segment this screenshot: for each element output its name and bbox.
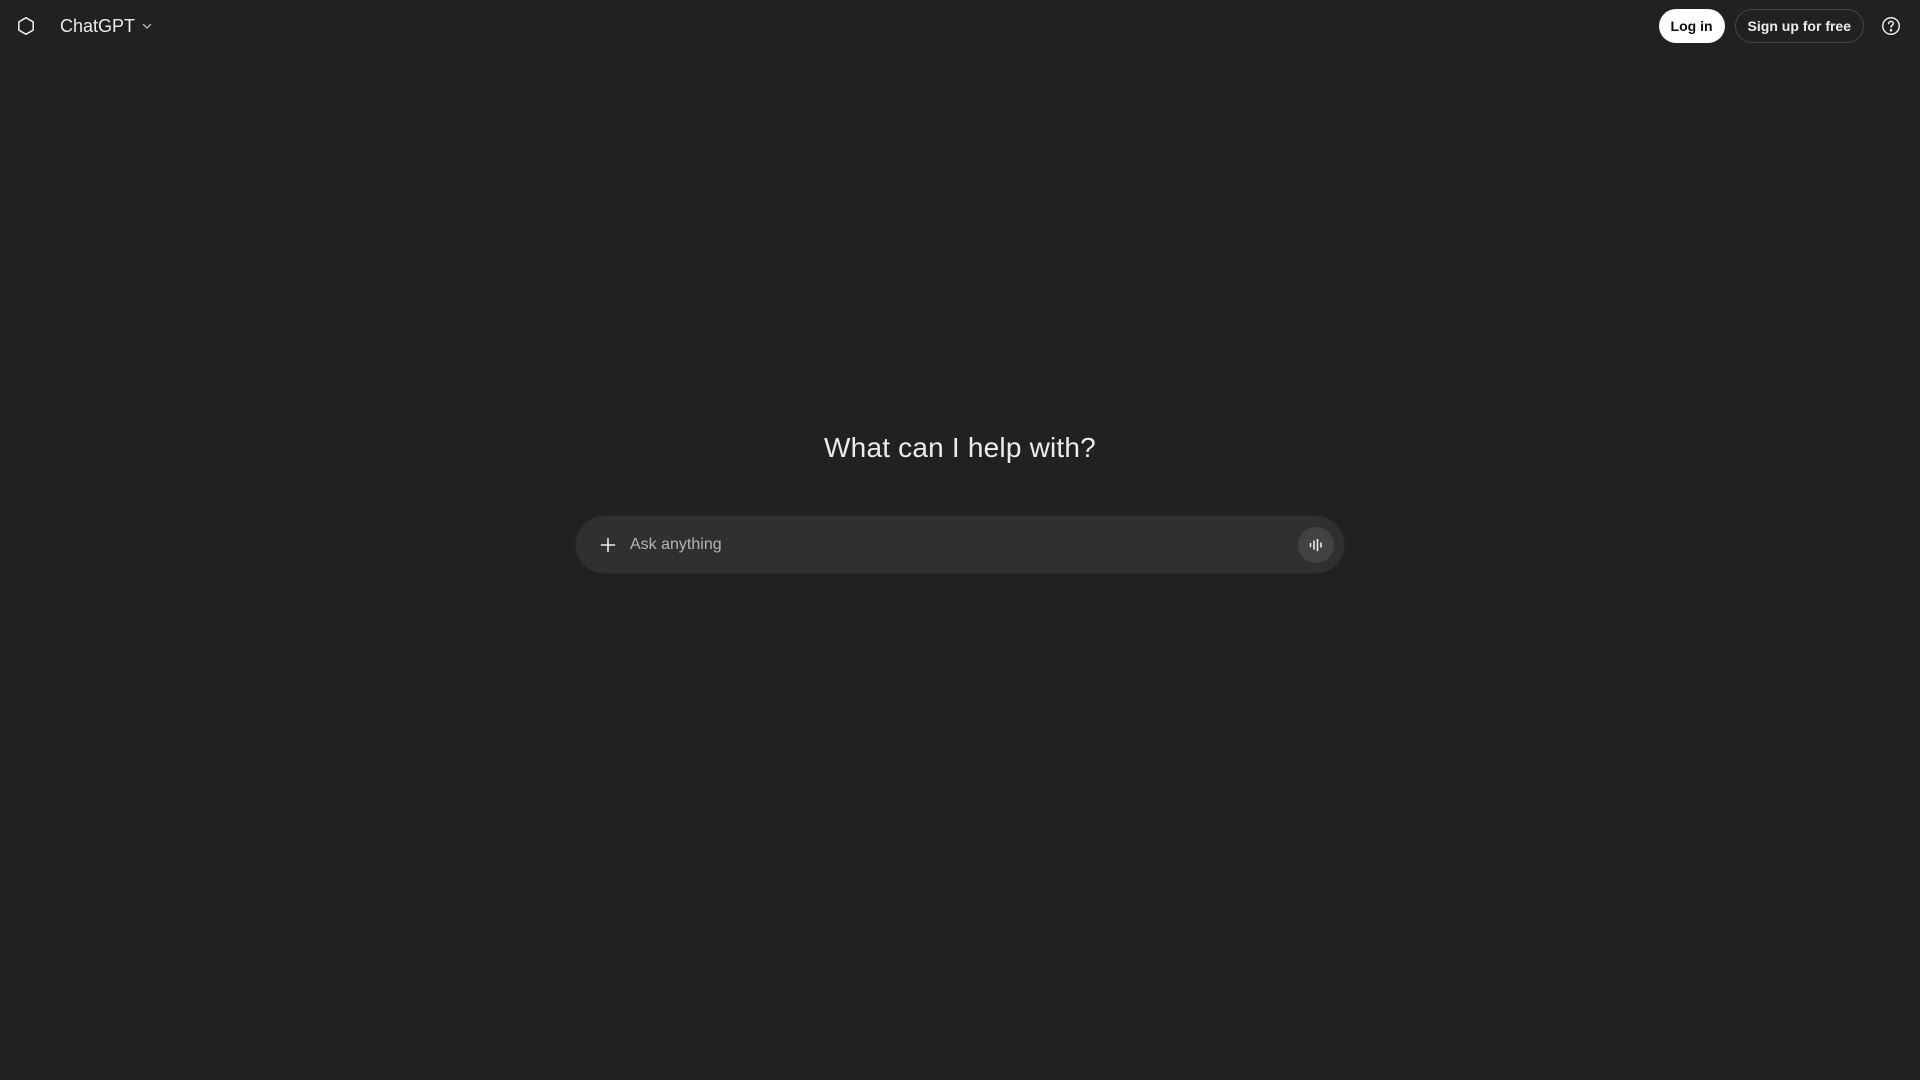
login-button[interactable]: Log in bbox=[1658, 9, 1725, 43]
page-headline: What can I help with? bbox=[824, 432, 1096, 463]
signup-button[interactable]: Sign up for free bbox=[1734, 9, 1864, 43]
header-left: ChatGPT bbox=[14, 8, 159, 44]
openai-logo-icon[interactable] bbox=[14, 14, 38, 38]
plus-icon[interactable] bbox=[594, 531, 622, 559]
prompt-composer bbox=[576, 516, 1344, 573]
help-icon[interactable] bbox=[1874, 9, 1908, 43]
header-right: Log in Sign up for free bbox=[1658, 9, 1908, 43]
prompt-input[interactable] bbox=[630, 524, 1298, 565]
app-root: ChatGPT Log in Sign up for free What can bbox=[0, 0, 1920, 1080]
top-header: ChatGPT Log in Sign up for free bbox=[0, 0, 1920, 52]
voice-waveform-icon[interactable] bbox=[1298, 526, 1334, 563]
model-name: ChatGPT bbox=[60, 15, 136, 36]
chevron-down-icon bbox=[141, 20, 153, 32]
model-switcher[interactable]: ChatGPT bbox=[54, 8, 159, 44]
